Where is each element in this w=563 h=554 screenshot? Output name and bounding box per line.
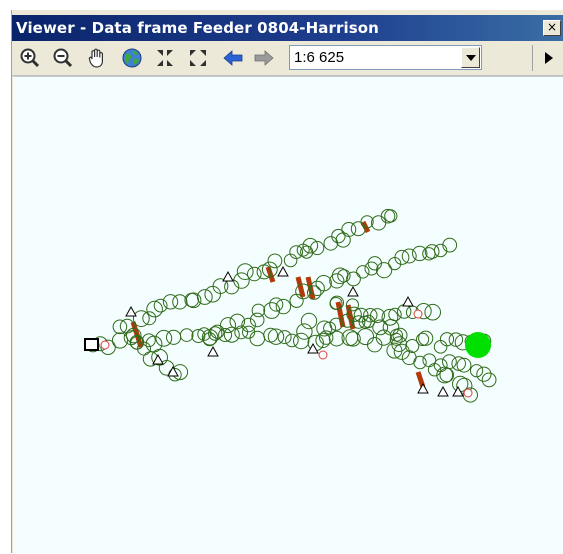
network-node: [439, 367, 455, 383]
back-button[interactable]: [221, 46, 245, 70]
network-node: [371, 215, 387, 231]
network-node: [375, 329, 392, 346]
network-node: [300, 312, 318, 330]
red-device-marker: [100, 340, 110, 350]
network-node: [413, 355, 427, 370]
feeder-nodes: [86, 208, 497, 403]
network-node: [424, 303, 442, 321]
fixed-zoom-in-button[interactable]: [153, 46, 177, 70]
network-node: [442, 237, 458, 253]
title-bar[interactable]: Viewer - Data frame Feeder 0804-Harrison…: [12, 15, 563, 41]
device-triangle: [152, 353, 164, 365]
viewer-window: Viewer - Data frame Feeder 0804-Harrison…: [11, 10, 563, 554]
chevron-down-icon: [465, 54, 476, 61]
feeder-network-map: [84, 208, 497, 403]
feeder-start-box: [84, 338, 99, 351]
network-node: [277, 330, 292, 345]
network-node: [476, 366, 492, 382]
network-node: [204, 285, 221, 303]
device-triangle: [347, 285, 359, 297]
network-node: [179, 328, 194, 342]
pan-hand-icon: [88, 48, 103, 68]
network-node: [263, 327, 279, 343]
device-triangle: [437, 385, 449, 397]
device-triangle: [125, 305, 137, 317]
network-node: [350, 221, 366, 237]
network-node: [315, 275, 332, 292]
network-node: [166, 329, 182, 345]
red-device-marker: [413, 309, 423, 319]
device-triangle: [222, 270, 234, 282]
network-node: [364, 261, 379, 276]
close-button[interactable]: ×: [543, 20, 561, 36]
scale-dropdown-button[interactable]: [461, 47, 480, 68]
network-node: [331, 228, 346, 244]
network-node: [418, 330, 434, 346]
red-device-marker: [318, 350, 328, 360]
feeder-segment: [295, 276, 306, 298]
fixed-zoom-out-icon: [190, 50, 206, 66]
zoom-out-button[interactable]: [51, 46, 75, 70]
device-triangle: [277, 265, 289, 277]
network-node: [236, 263, 254, 281]
network-node: [296, 323, 313, 340]
toolbar-separator: [532, 45, 533, 71]
network-node: [367, 337, 383, 353]
network-node: [481, 372, 497, 388]
zoom-out-icon: [53, 48, 73, 68]
feeder-lines: [130, 220, 426, 388]
network-node: [335, 232, 351, 248]
device-triangle: [307, 342, 319, 354]
forward-button[interactable]: [252, 46, 276, 70]
red-markers: [100, 309, 473, 398]
network-node: [451, 356, 467, 371]
forward-arrow-icon: [254, 50, 274, 66]
triangle-markers: [125, 265, 464, 397]
device-triangle: [402, 295, 414, 307]
network-node: [442, 354, 457, 370]
network-node: [285, 333, 299, 348]
network-node: [289, 293, 304, 308]
map-view[interactable]: [13, 76, 563, 554]
back-arrow-icon: [223, 50, 243, 66]
network-node: [247, 266, 262, 282]
network-node: [155, 329, 173, 347]
network-node: [267, 253, 283, 269]
network-node: [456, 357, 472, 373]
more-tools-button[interactable]: [534, 45, 563, 71]
network-node: [233, 272, 250, 289]
globe-full-extent-icon: [122, 48, 142, 68]
triangle-right-icon: [544, 52, 553, 64]
zoom-in-icon: [20, 48, 40, 68]
scale-select[interactable]: 1:6 625: [289, 45, 482, 70]
device-triangle: [417, 382, 429, 394]
toolbar: 1:6 625: [12, 41, 563, 76]
network-node: [251, 303, 266, 318]
device-triangle: [207, 345, 219, 357]
fixed-zoom-out-button[interactable]: [186, 46, 210, 70]
full-extent-button[interactable]: [120, 46, 144, 70]
network-node: [220, 317, 236, 334]
network-node: [388, 307, 402, 322]
network-node: [293, 332, 310, 350]
network-node: [356, 265, 370, 279]
network-node: [346, 271, 361, 287]
network-node: [249, 330, 266, 347]
network-node: [323, 236, 339, 251]
zoom-in-button[interactable]: [18, 46, 42, 70]
red-device-marker: [463, 388, 473, 398]
network-node: [424, 244, 440, 259]
network-node: [346, 298, 359, 312]
network-node: [433, 340, 448, 354]
scale-value: 1:6 625: [294, 49, 345, 66]
network-node: [422, 353, 437, 368]
substation-source-point: [465, 332, 491, 358]
pan-button[interactable]: [85, 46, 109, 70]
fixed-zoom-in-icon: [157, 50, 173, 66]
network-node: [376, 262, 393, 279]
window-title: Viewer - Data frame Feeder 0804-Harrison: [16, 19, 379, 37]
network-node: [153, 298, 168, 313]
